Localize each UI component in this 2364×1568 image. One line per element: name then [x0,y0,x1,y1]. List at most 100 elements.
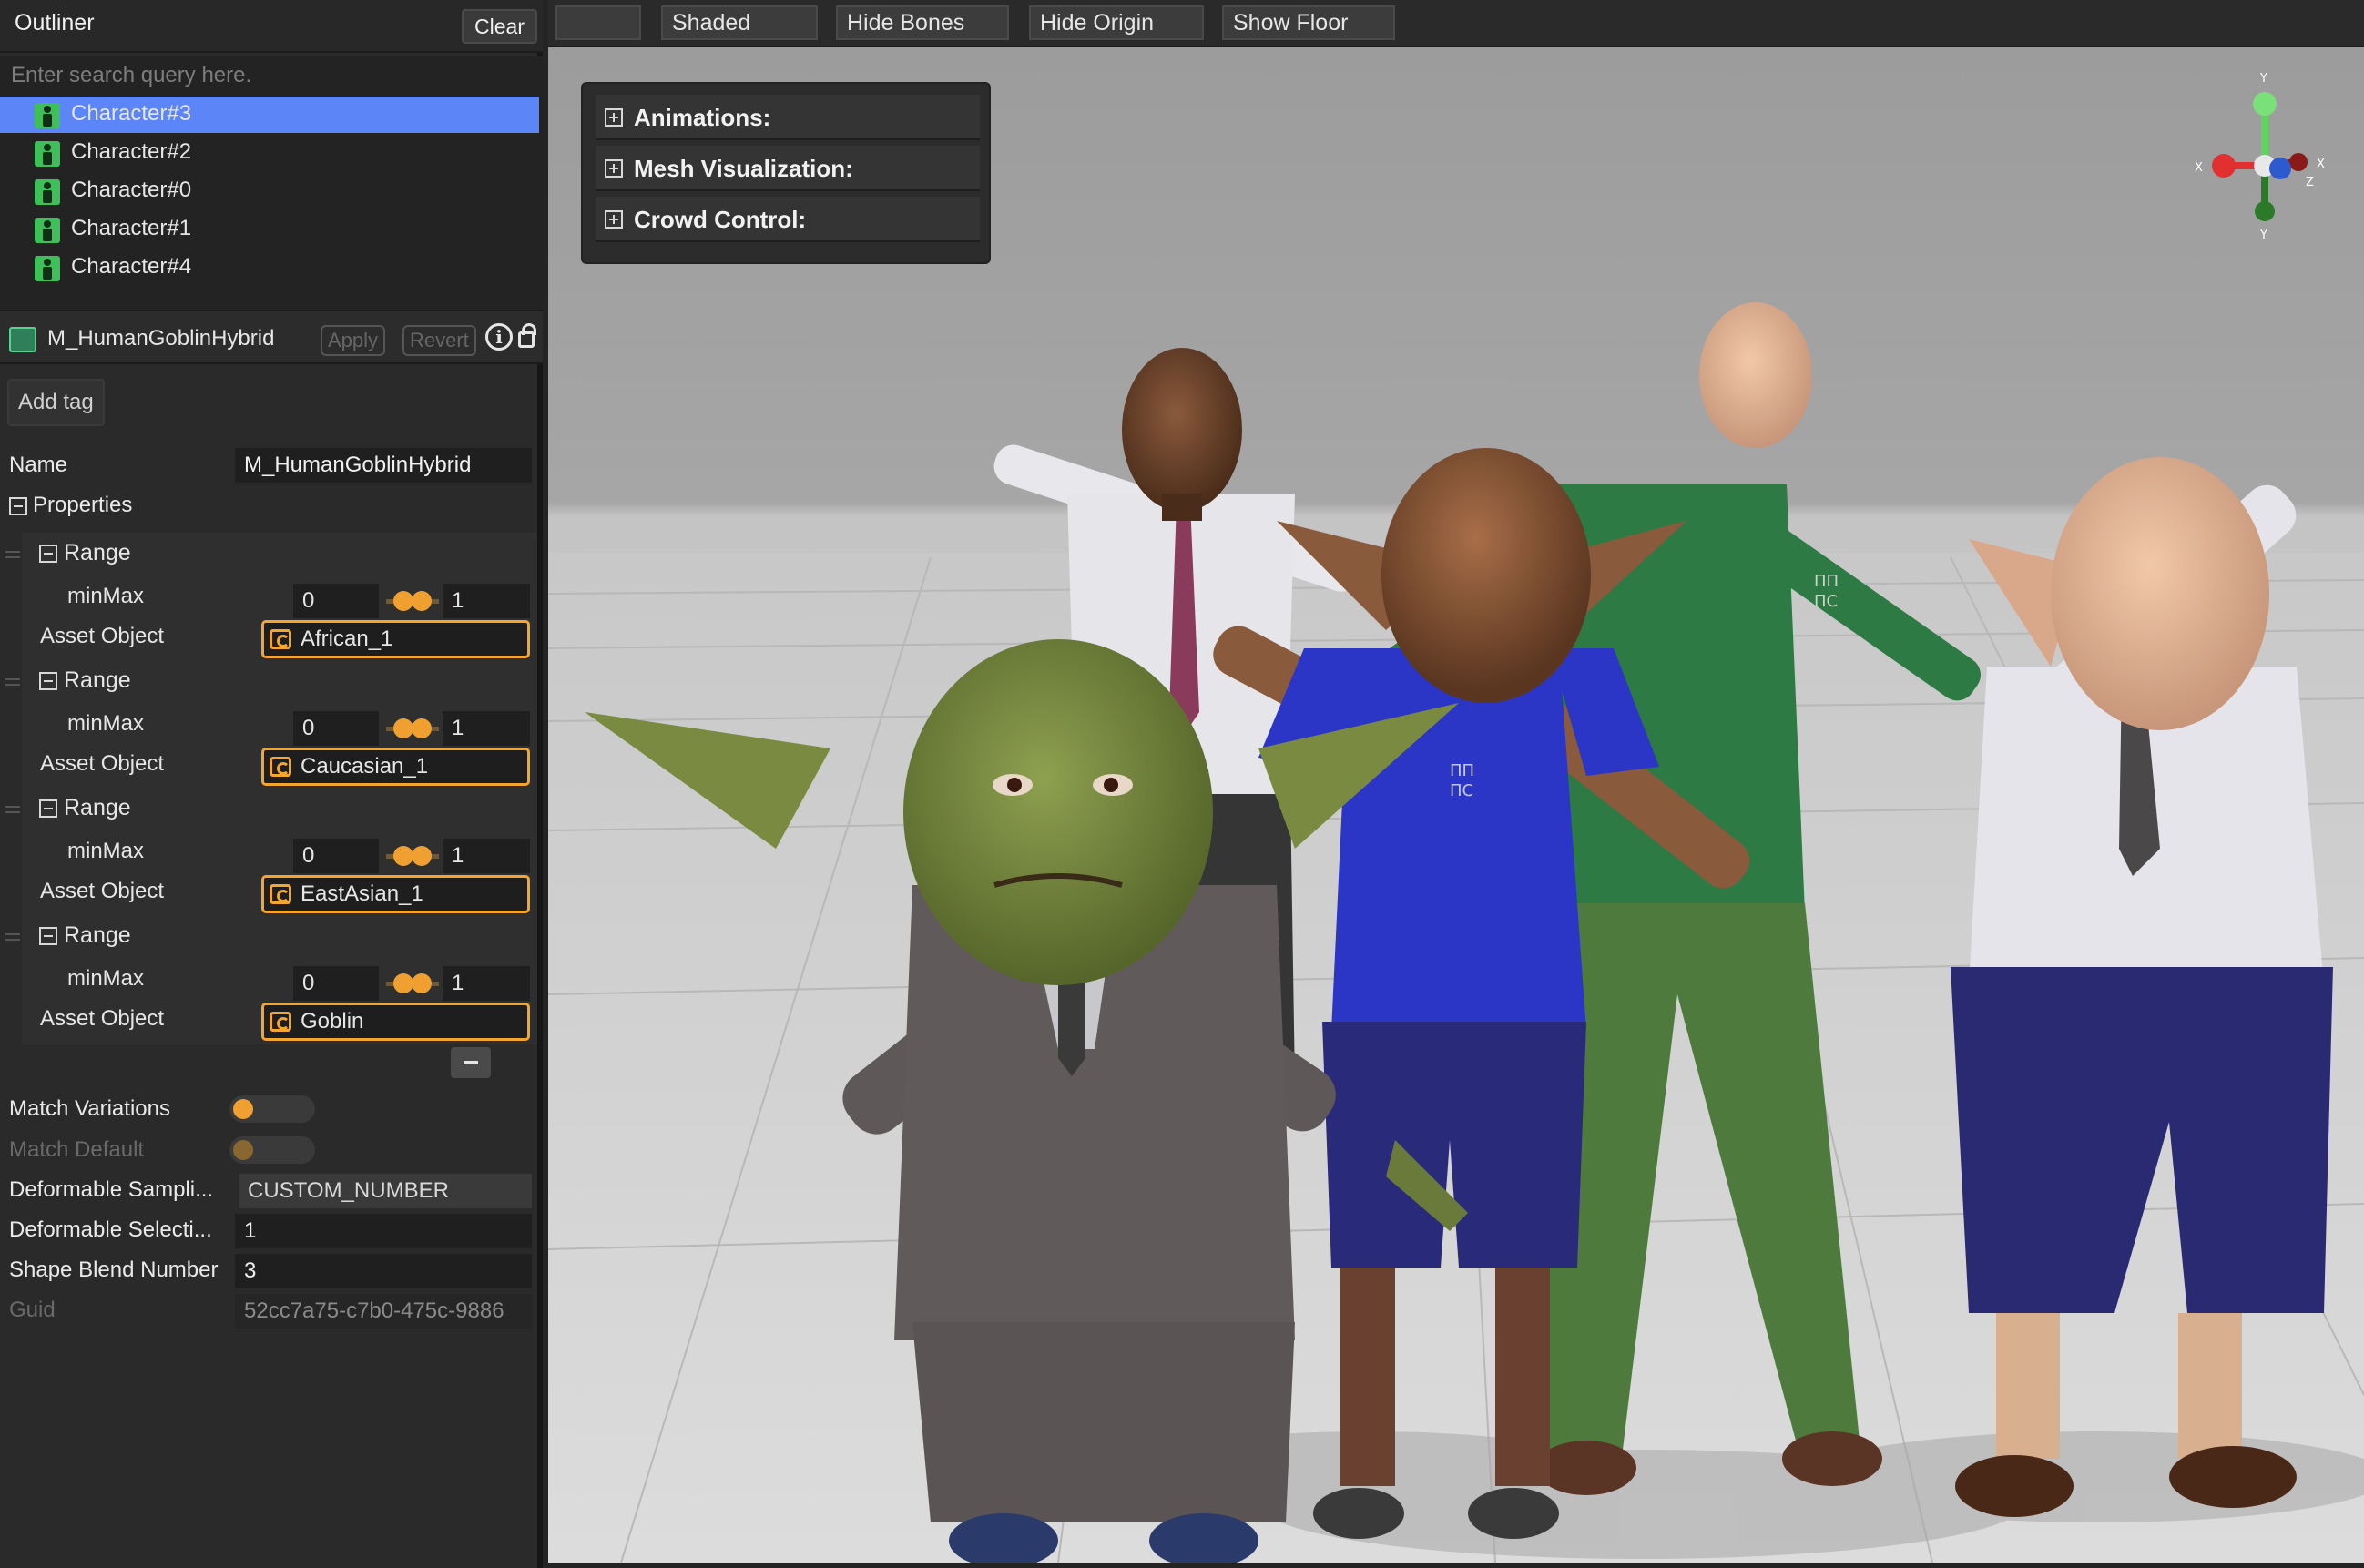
min-field[interactable]: 0 [293,584,379,618]
asset-object-label: Asset Object [40,1006,165,1031]
range-collapse-icon[interactable] [39,672,57,690]
object-picker-icon [270,757,291,777]
shirt-logo-text: ΠΠ [1450,761,1474,780]
info-icon[interactable]: i [485,323,513,351]
minmax-slider[interactable] [386,718,439,738]
max-field[interactable]: 1 [443,711,530,746]
asset-object-value: EastAsian_1 [301,881,423,906]
match-default-toggle[interactable] [229,1136,315,1164]
animations-section[interactable]: Animations: [596,95,980,140]
minmax-slider[interactable] [386,973,439,993]
max-field[interactable]: 1 [443,584,530,618]
max-field[interactable]: 1 [443,966,530,1001]
left-panel: Outliner Clear Enter search query here. … [0,0,543,1568]
guid-field: 52cc7a75-c7b0-475c-9886 [235,1294,532,1329]
clear-button[interactable]: Clear [462,9,537,44]
character-icon [35,256,60,281]
shape-blend-field[interactable]: 3 [235,1254,532,1288]
object-picker-icon [270,884,291,904]
3d-viewport[interactable]: ΠΠ ΠC ΠΠ ΠC Animations: Mesh Visualizati… [548,47,2364,1563]
show-floor-button[interactable]: Show Floor [1222,5,1395,40]
axis-gizmo[interactable]: Y X X Z Y [2187,66,2342,248]
material-asset-icon [9,327,36,352]
range-title: Range [64,667,131,693]
revert-button[interactable]: Revert [402,325,476,356]
outliner-item-character-2[interactable]: Character#2 [0,135,539,171]
deformable-selection-field[interactable]: 1 [235,1214,532,1248]
mesh-visualization-label: Mesh Visualization: [634,155,853,182]
asset-object-field[interactable]: African_1 [261,620,530,658]
outliner-item-label: Character#0 [71,178,192,202]
crowd-control-section[interactable]: Crowd Control: [596,197,980,242]
range-block: Range minMax 0 1 Asset Object Caucasian_… [0,660,543,789]
outliner-title: Outliner [15,10,95,36]
asset-object-field[interactable]: Goblin [261,1003,530,1041]
asset-name: M_HumanGoblinHybrid [47,326,275,351]
remove-range-button[interactable] [451,1047,491,1078]
match-default-label: Match Default [9,1137,145,1162]
range-collapse-icon[interactable] [39,927,57,945]
outliner-item-label: Character#3 [71,101,192,126]
mesh-visualization-section[interactable]: Mesh Visualization: [596,146,980,191]
viewport-toolbar: Shaded Hide Bones Hide Origin Show Floor [548,0,2364,47]
z-axis-handle [2269,158,2291,179]
apply-button[interactable]: Apply [321,325,386,356]
range-block: Range minMax 0 1 Asset Object Goblin [0,915,543,1044]
range-collapse-icon[interactable] [39,799,57,818]
outliner-item-character-0[interactable]: Character#0 [0,173,539,209]
match-variations-label: Match Variations [9,1096,170,1121]
minmax-slider[interactable] [386,846,439,866]
asset-object-label: Asset Object [40,751,165,776]
outliner-header: Outliner Clear [0,0,543,53]
neg-y-axis-label: Y [2259,229,2267,242]
toolbar-blank-button[interactable] [555,5,641,40]
deformable-selection-label: Deformable Selecti... [9,1217,212,1242]
min-field[interactable]: 0 [293,839,379,873]
asset-header: M_HumanGoblinHybrid Apply Revert i [0,310,543,364]
outliner-item-label: Character#2 [71,139,192,164]
x-axis-handle [2212,154,2236,178]
asset-object-label: Asset Object [40,879,165,903]
drag-handle-icon[interactable] [5,806,20,813]
character-icon [35,218,60,243]
drag-handle-icon[interactable] [5,933,20,941]
drag-handle-icon[interactable] [5,551,20,558]
minmax-slider[interactable] [386,591,439,611]
minmax-label: minMax [67,839,145,863]
add-tag-button[interactable]: Add tag [7,379,105,426]
neg-x-axis-handle [2289,153,2308,171]
deformable-sampling-label: Deformable Sampli... [9,1177,214,1202]
expand-icon [605,159,623,178]
asset-object-field[interactable]: Caucasian_1 [261,748,530,786]
lock-icon[interactable] [518,323,536,348]
properties-collapse-icon[interactable] [9,497,27,515]
min-field[interactable]: 0 [293,966,379,1001]
search-input[interactable]: Enter search query here. [0,56,543,95]
outliner-item-character-1[interactable]: Character#1 [0,211,539,248]
min-field[interactable]: 0 [293,711,379,746]
asset-object-value: Goblin [301,1009,364,1033]
neg-y-axis-handle [2255,201,2275,221]
hide-bones-button[interactable]: Hide Bones [836,5,1009,40]
shaded-button[interactable]: Shaded [661,5,818,40]
animations-label: Animations: [634,104,771,131]
hide-origin-button[interactable]: Hide Origin [1029,5,1204,40]
drag-handle-icon[interactable] [5,678,20,686]
object-picker-icon [270,629,291,649]
asset-object-field[interactable]: EastAsian_1 [261,875,530,913]
guid-label: Guid [9,1298,56,1322]
shirt-logo-text: ΠC [1814,592,1838,611]
outliner-item-character-4[interactable]: Character#4 [0,249,539,286]
match-variations-toggle[interactable] [229,1095,315,1123]
character-icon [35,103,60,128]
object-picker-icon [270,1012,291,1032]
name-field[interactable]: M_HumanGoblinHybrid [235,448,532,483]
max-field[interactable]: 1 [443,839,530,873]
range-collapse-icon[interactable] [39,545,57,563]
z-axis-label: Z [2306,176,2314,189]
range-title: Range [64,540,131,565]
shape-blend-label: Shape Blend Number [9,1257,219,1282]
outliner-item-character-3[interactable]: Character#3 [0,97,539,133]
deformable-sampling-dropdown[interactable]: CUSTOM_NUMBER [239,1174,532,1208]
minmax-label: minMax [67,711,145,736]
